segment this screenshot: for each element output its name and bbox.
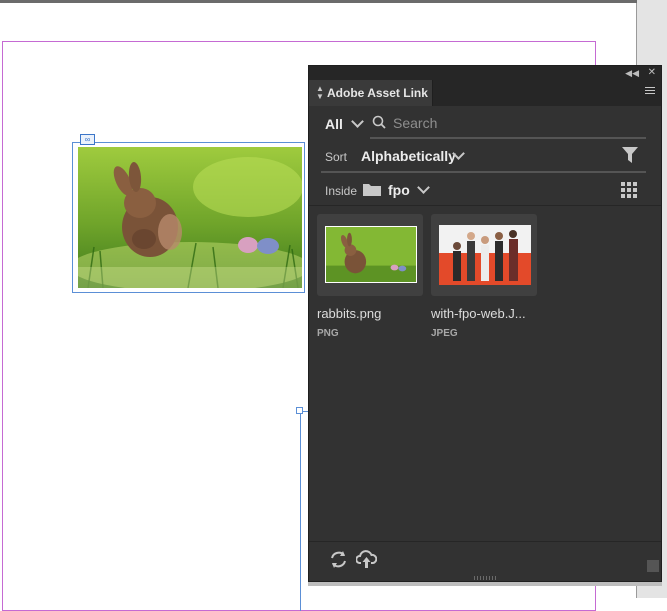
row-divider (321, 171, 646, 173)
content-divider (309, 205, 661, 206)
tab-adobe-asset-link[interactable]: ▲ ▼ Adobe Asset Link (309, 80, 433, 106)
panel-title: Adobe Asset Link (327, 86, 428, 100)
chevron-down-icon[interactable] (417, 181, 430, 194)
footer-divider (309, 541, 661, 542)
panel-bottom-edge (308, 582, 662, 586)
cloud-upload-icon[interactable] (356, 550, 377, 569)
panel-titlebar[interactable]: ◀◀ ✕ (309, 66, 661, 80)
search-input[interactable] (393, 114, 643, 132)
asset-thumbnail-people[interactable] (439, 225, 531, 285)
close-icon[interactable]: ✕ (648, 66, 656, 79)
panel-drag-grip[interactable] (474, 576, 496, 580)
asset-type: JPEG (431, 328, 458, 339)
sort-dropdown[interactable]: Alphabetically (361, 148, 456, 164)
asset-name: rabbits.png (317, 306, 382, 321)
search-icon (372, 115, 386, 129)
chevron-double-left-icon[interactable]: ◀◀ (625, 67, 639, 79)
tab-arrows-icon: ▲ ▼ (316, 84, 324, 101)
folder-dropdown[interactable]: fpo (388, 182, 410, 198)
panel-menu-icon[interactable] (645, 87, 655, 95)
panel-tabbar: ▲ ▼ Adobe Asset Link (309, 80, 661, 106)
link-badge-icon[interactable]: ∞ (80, 134, 95, 145)
inside-label: Inside (325, 184, 358, 198)
asset-type: PNG (317, 328, 339, 339)
folder-icon (363, 184, 381, 196)
filter-icon[interactable] (622, 147, 638, 163)
refresh-icon[interactable] (329, 550, 348, 569)
grid-view-icon[interactable] (621, 182, 638, 198)
sort-label: Sort (325, 150, 348, 164)
asset-link-panel: ◀◀ ✕ ▲▼ Adobe Asset Link All Sort Alphab… (308, 65, 662, 582)
resize-handle[interactable] (647, 560, 659, 572)
placed-rabbits-image[interactable] (78, 147, 302, 288)
chevron-down-icon[interactable] (351, 115, 364, 128)
pasteboard-edge (0, 0, 667, 3)
frame-handle[interactable] (296, 407, 303, 414)
search-underline (370, 137, 646, 139)
asset-thumbnail-rabbits[interactable] (325, 226, 417, 283)
asset-name: with-fpo-web.J... (431, 306, 526, 321)
scope-dropdown[interactable]: All (325, 116, 343, 132)
